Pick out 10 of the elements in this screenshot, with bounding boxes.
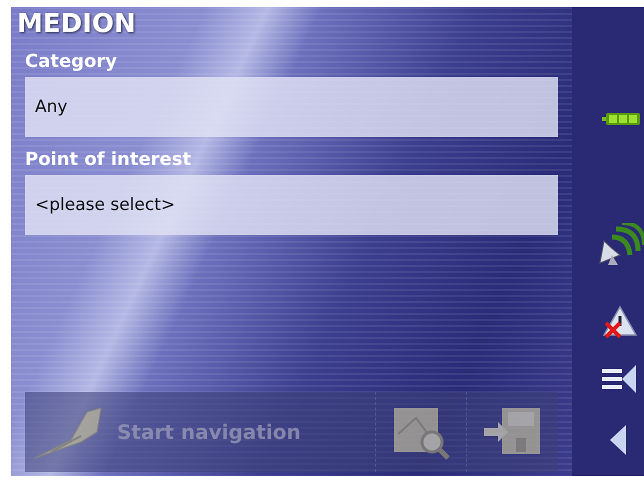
battery-icon (602, 111, 642, 127)
select-field[interactable]: Any (25, 77, 558, 137)
field-label: Category (25, 51, 118, 72)
menu-icon[interactable] (602, 363, 638, 395)
warning-off-icon[interactable] (602, 305, 638, 339)
brand-logo: MEDION (17, 9, 137, 39)
field-label: Point of interest (25, 149, 192, 170)
select-field[interactable]: <please select> (25, 175, 558, 235)
satellite-signal-icon (598, 223, 644, 267)
back-arrow-icon[interactable] (608, 423, 628, 457)
